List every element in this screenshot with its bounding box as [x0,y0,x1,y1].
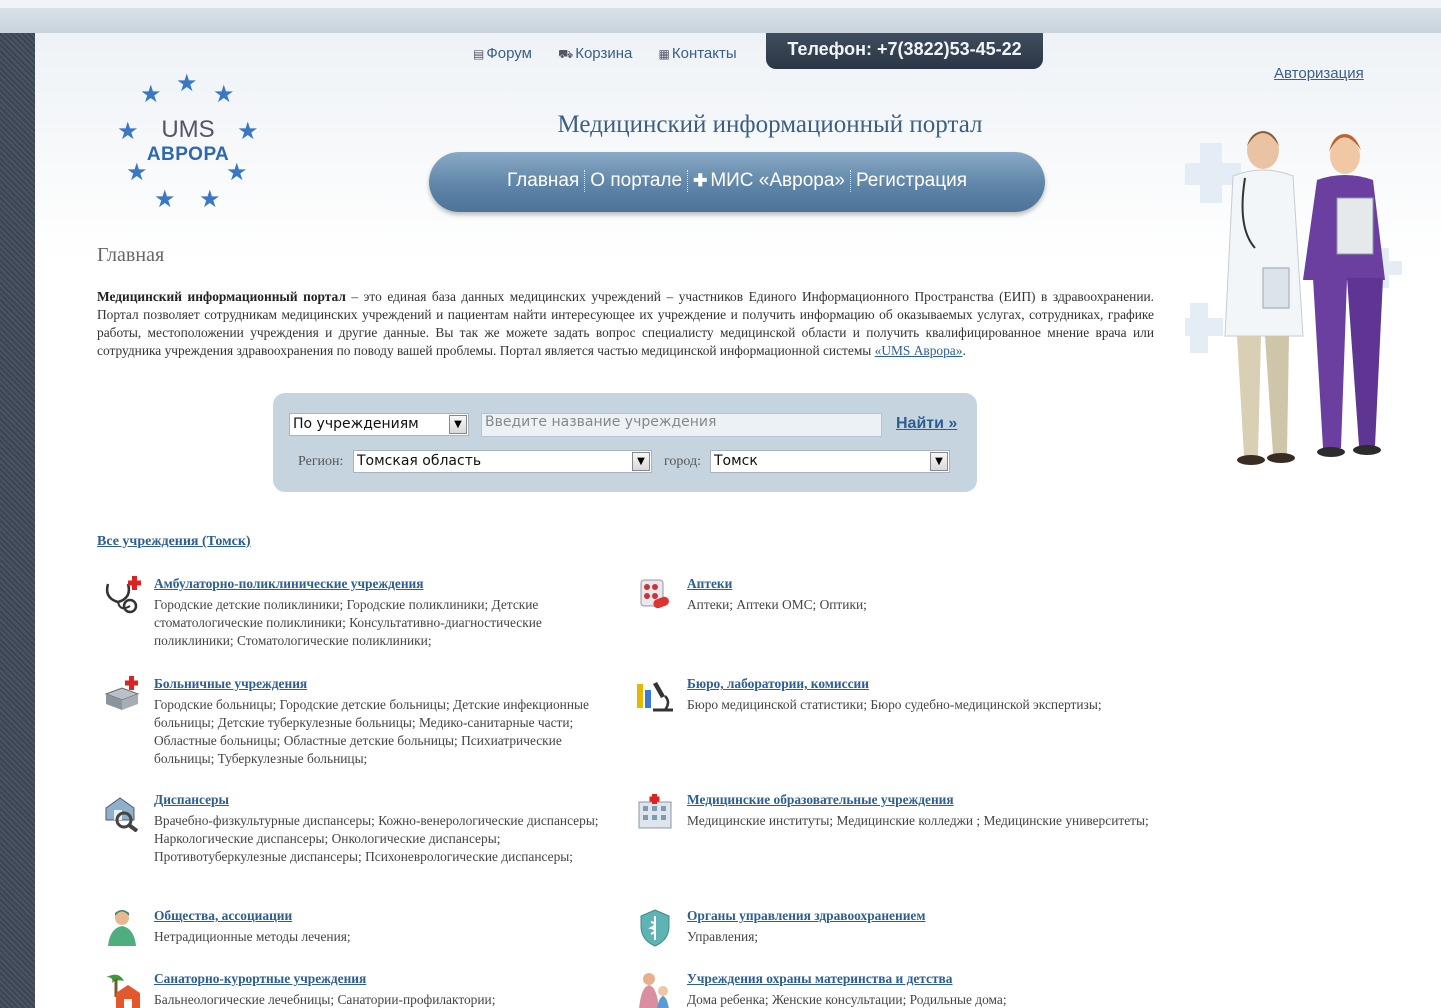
ums-avrora-logo[interactable]: ★ ★ ★ ★ ★ ★ ★ ★ ★ UMS АВРОРА [113,69,263,214]
contacts-icon: ▦ [658,47,670,61]
category-title[interactable]: Медицинские образовательные учреждения [687,792,954,808]
page-heading: Главная [97,244,165,266]
search-mode-value: По учреждениям [293,416,419,432]
main-nav: Главная О портале ✚ МИС «Аврора» Регистрация [429,152,1045,212]
category-title[interactable]: Больничные учреждения [154,676,307,692]
palm-house-icon [106,974,140,1008]
find-button[interactable]: Найти » [896,415,957,433]
category-title[interactable]: Бюро, лаборатории, комиссии [687,676,869,692]
document-icon: ▤ [473,47,485,61]
forum-link[interactable]: ▤ Форум [473,45,532,62]
mother-child-icon [639,973,669,1008]
plus-icon: ✚ [693,171,708,190]
forum-link-label: Форум [486,45,532,62]
microscope-icon [637,682,673,712]
top-links: ▤ Форум ⛟ Корзина ▦ Контакты [473,45,759,63]
category-description: Управления; [687,929,759,944]
building-icon [638,794,672,829]
medical-shield-icon [640,909,670,947]
category-title[interactable]: Органы управления здравоохранением [687,908,926,924]
nav-mis[interactable]: МИС «Аврора» [710,170,845,191]
city-select[interactable]: Томск ▼ [710,450,950,473]
nav-register[interactable]: Регистрация [856,170,967,191]
site-title: Медицинский информационный портал [557,111,983,138]
stethoscope-icon [105,576,141,614]
category-description: Аптеки; Аптеки ОМС; Оптики; [687,597,867,612]
login-link[interactable]: Авторизация [1274,65,1364,82]
category-description: Медицинские институты; Медицинские колле… [687,813,1149,828]
category-description: Дома ребенка; Женские консультации; Роди… [687,992,1007,1007]
cart-link[interactable]: ⛟ Корзина [558,45,632,62]
search-mode-select[interactable]: По учреждениям ▼ [289,413,469,436]
star-icon: ★ [199,185,221,213]
house-magnifier-icon [105,797,139,832]
nav-home[interactable]: Главная [507,170,579,191]
chevron-down-icon[interactable]: ▼ [930,452,948,471]
pills-icon [640,579,669,609]
region-select[interactable]: Томская область ▼ [353,450,652,473]
city-value: Томск [714,453,758,469]
doctor-icon [108,910,136,946]
category-description: Городские детские поликлиники; Городские… [154,597,542,648]
city-label: город: [664,454,702,469]
region-value: Томская область [357,453,482,469]
phone-badge: Телефон: +7(3822)53-45-22 [766,33,1043,69]
intro-text: Медицинский информационный портал – это … [97,288,1154,360]
nav-divider [849,169,851,192]
nav-about[interactable]: О портале [590,170,682,191]
contacts-link-label: Контакты [671,45,737,62]
logo-text-avrora: АВРОРА [146,144,230,165]
category-title[interactable]: Диспансеры [154,792,229,808]
cart-icon: ⛟ [558,47,574,61]
logo-text-ums: UMS [161,116,215,143]
chevron-down-icon[interactable]: ▼ [449,415,467,434]
doctors-illustration [1185,131,1402,465]
category-description: Врачебно-физкультурные диспансеры; Кожно… [154,813,599,864]
intro-bold: Медицинский информационный портал [97,289,346,304]
all-institutions-link[interactable]: Все учреждения (Томск) [97,534,251,550]
nav-divider [687,169,689,192]
star-icon: ★ [154,185,176,213]
category-description: Бальнеологические лечебницы; Санатории-п… [154,992,496,1007]
category-title[interactable]: Общества, ассоциации [154,908,292,924]
search-panel: По учреждениям ▼ Введите название учрежд… [273,393,977,492]
hospital-bed-icon [104,676,140,710]
category-title[interactable]: Аптеки [687,576,732,592]
contacts-link[interactable]: ▦ Контакты [659,45,737,62]
category-title[interactable]: Учреждения охраны материнства и детства [687,971,952,987]
page-container: ★ ★ ★ ★ ★ ★ ★ ★ ★ UMS АВРОРА ▤ Форум ⛟ Кор… [35,33,1441,1008]
star-icon: ★ [140,80,162,108]
cart-link-label: Корзина [575,45,633,62]
star-icon: ★ [213,80,235,108]
region-label: Регион: [298,454,344,469]
chevron-down-icon[interactable]: ▼ [632,452,650,471]
nav-divider [584,169,586,192]
category-description: Нетрадиционные методы лечения; [154,929,351,944]
category-description: Городские больницы; Городские детские бо… [154,697,589,766]
category-title[interactable]: Санаторно-курортные учреждения [154,971,366,987]
search-placeholder: Введите название учреждения [485,414,717,430]
window-top-band [0,0,1441,33]
intro-end: . [962,343,966,358]
search-input[interactable]: Введите название учреждения [481,413,882,437]
star-icon: ★ [176,69,198,97]
ums-avrora-link[interactable]: «UMS Аврора» [875,343,963,358]
category-description: Бюро медицинской статистики; Бюро судебн… [687,697,1102,712]
category-title[interactable]: Амбулаторно-поликлинические учреждения [154,576,424,592]
